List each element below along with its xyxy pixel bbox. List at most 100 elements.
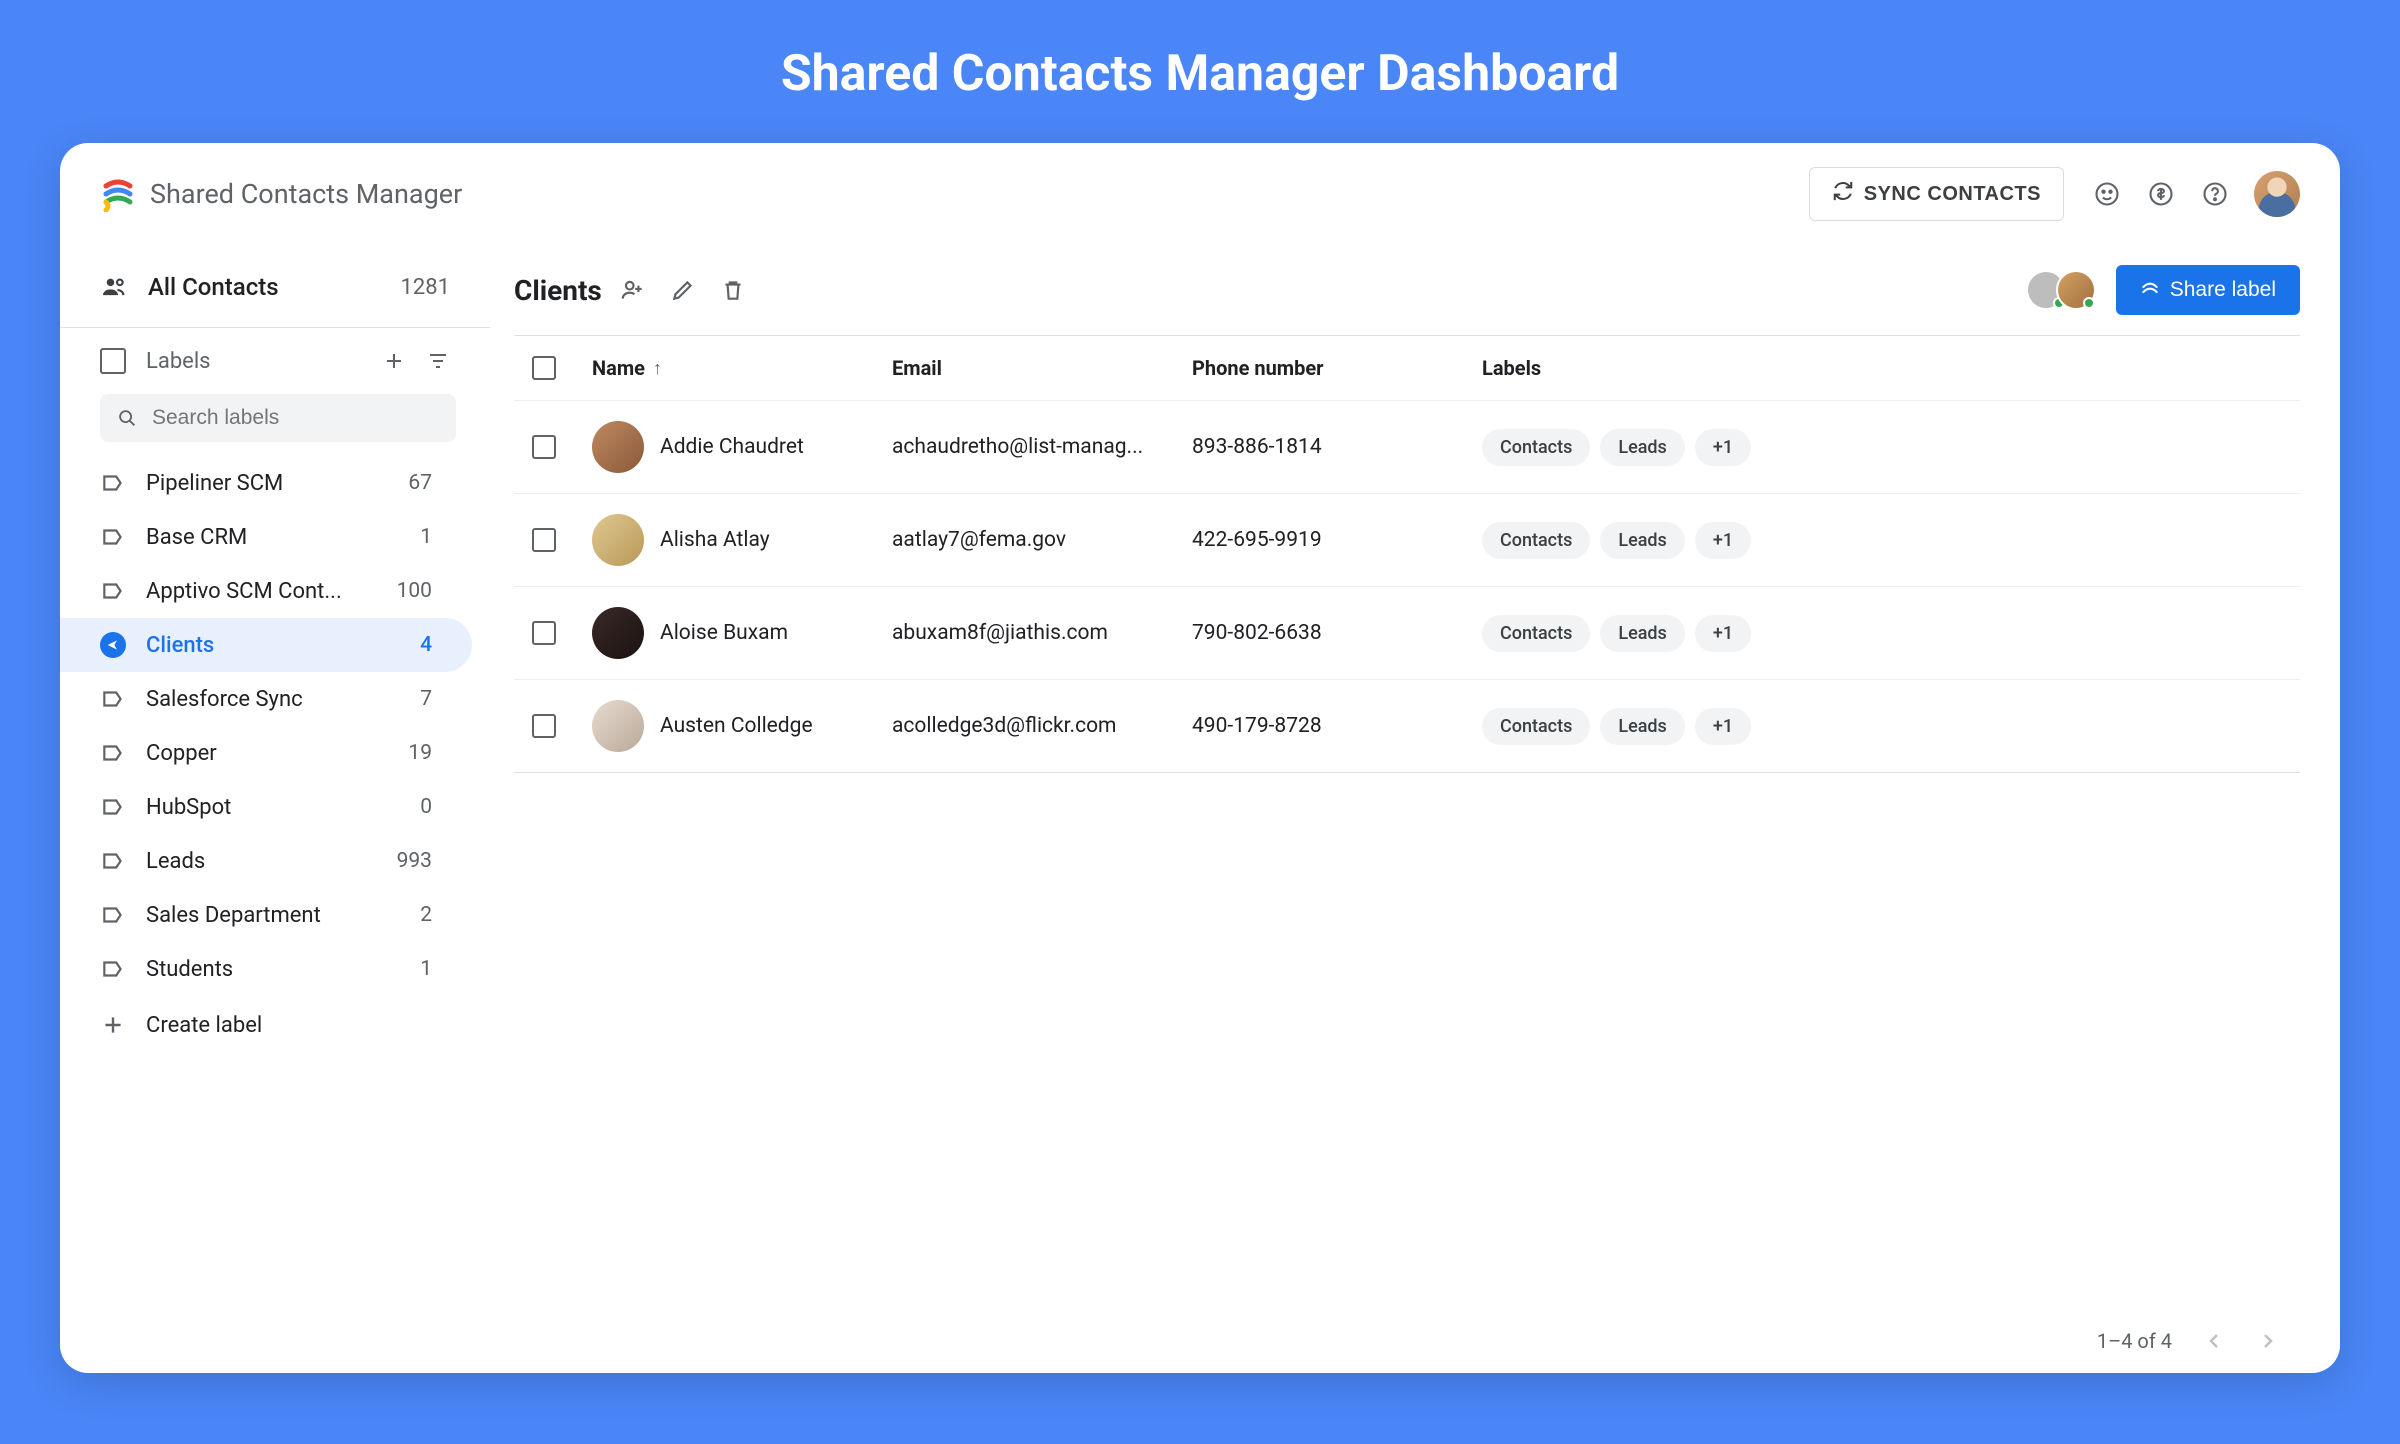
- sidebar-label-item[interactable]: Sales Department2: [60, 888, 472, 942]
- next-page-button[interactable]: [2256, 1329, 2280, 1353]
- plus-icon: [100, 1012, 126, 1038]
- user-avatar[interactable]: [2254, 171, 2300, 217]
- labels-heading: Labels: [146, 349, 362, 374]
- shared-users[interactable]: [2026, 270, 2096, 310]
- label-name: Apptivo SCM Cont...: [146, 579, 377, 604]
- label-name: HubSpot: [146, 795, 400, 820]
- select-all-checkbox[interactable]: [532, 356, 556, 380]
- contact-email: aatlay7@fema.gov: [892, 528, 1192, 552]
- sidebar-label-item[interactable]: Leads993: [60, 834, 472, 888]
- share-icon: [2140, 277, 2160, 303]
- column-name-header[interactable]: Name ↑: [592, 356, 892, 380]
- shared-avatar: [2056, 270, 2096, 310]
- contact-phone: 422-695-9919: [1192, 528, 1482, 552]
- edit-icon[interactable]: [670, 277, 696, 303]
- share-label-button[interactable]: Share label: [2116, 265, 2300, 315]
- search-labels-input[interactable]: [152, 406, 440, 430]
- contact-avatar: [592, 514, 644, 566]
- sidebar-label-item[interactable]: Base CRM1: [60, 510, 472, 564]
- contact-name: Aloise Buxam: [660, 621, 788, 645]
- sidebar-item-all-contacts[interactable]: All Contacts 1281: [60, 255, 490, 323]
- page-heading: Shared Contacts Manager Dashboard: [0, 0, 2400, 143]
- label-count: 0: [420, 795, 432, 819]
- sidebar-label-item[interactable]: Apptivo SCM Cont... 100: [60, 564, 472, 618]
- label-tag-icon: [100, 524, 126, 550]
- row-checkbox[interactable]: [532, 435, 556, 459]
- label-chip[interactable]: +1: [1695, 615, 1751, 652]
- main-header: Clients Share label: [514, 255, 2300, 335]
- column-email-header[interactable]: Email: [892, 356, 1192, 380]
- sidebar-label-item[interactable]: Pipeliner SCM67: [60, 456, 472, 510]
- label-tag-icon: [100, 686, 126, 712]
- share-label-icon: [100, 632, 126, 658]
- labels-select-all-checkbox[interactable]: [100, 348, 126, 374]
- label-chip[interactable]: Leads: [1600, 615, 1684, 652]
- filter-icon[interactable]: [426, 349, 450, 373]
- all-contacts-label: All Contacts: [148, 273, 401, 301]
- add-contact-icon[interactable]: [620, 277, 646, 303]
- sidebar-label-item[interactable]: Copper19: [60, 726, 472, 780]
- table-rows: Addie Chaudretachaudretho@list-manag...8…: [514, 400, 2300, 772]
- emoji-icon[interactable]: [2092, 179, 2122, 209]
- create-label-button[interactable]: Create label: [60, 996, 490, 1054]
- sidebar-label-item[interactable]: Salesforce Sync7: [60, 672, 472, 726]
- table-row[interactable]: Aloise Buxamabuxam8f@jiathis.com790-802-…: [514, 586, 2300, 679]
- table-row[interactable]: Austen Colledgeacolledge3d@flickr.com490…: [514, 679, 2300, 772]
- table-row[interactable]: Addie Chaudretachaudretho@list-manag...8…: [514, 400, 2300, 493]
- label-name: Base CRM: [146, 525, 400, 550]
- contact-email: acolledge3d@flickr.com: [892, 714, 1192, 738]
- label-chip[interactable]: Leads: [1600, 429, 1684, 466]
- search-labels-box[interactable]: [100, 394, 456, 442]
- contact-phone: 790-802-6638: [1192, 621, 1482, 645]
- sync-contacts-button[interactable]: SYNC CONTACTS: [1809, 167, 2064, 221]
- divider: [60, 327, 490, 328]
- label-count: 4: [420, 633, 432, 657]
- delete-icon[interactable]: [720, 277, 746, 303]
- row-checkbox[interactable]: [532, 621, 556, 645]
- header-icons: [2092, 171, 2300, 217]
- label-chip[interactable]: Leads: [1600, 522, 1684, 559]
- contact-phone: 490-179-8728: [1192, 714, 1482, 738]
- all-contacts-count: 1281: [401, 275, 450, 300]
- divider: [514, 772, 2300, 773]
- label-chip[interactable]: Contacts: [1482, 429, 1590, 466]
- prev-page-button[interactable]: [2202, 1329, 2226, 1353]
- label-chip[interactable]: Contacts: [1482, 615, 1590, 652]
- column-phone-header[interactable]: Phone number: [1192, 356, 1482, 380]
- pagination: 1–4 of 4: [514, 1301, 2300, 1373]
- sidebar-label-item[interactable]: Students1: [60, 942, 472, 996]
- contact-avatar: [592, 700, 644, 752]
- sidebar-label-item[interactable]: Clients 4: [60, 618, 472, 672]
- label-chip[interactable]: Contacts: [1482, 522, 1590, 559]
- label-count: 993: [397, 849, 432, 873]
- table-row[interactable]: Alisha Atlayaatlay7@fema.gov422-695-9919…: [514, 493, 2300, 586]
- label-name: Clients: [146, 633, 400, 658]
- dollar-icon[interactable]: [2146, 179, 2176, 209]
- label-tag-icon: [100, 956, 126, 982]
- app-logo-icon: [100, 176, 136, 212]
- label-chip[interactable]: +1: [1695, 429, 1751, 466]
- column-name-label: Name: [592, 356, 645, 380]
- label-chips: Contacts Leads +1: [1482, 708, 2300, 745]
- add-label-icon[interactable]: [382, 349, 406, 373]
- main-panel: Clients Share label: [490, 245, 2340, 1373]
- column-labels-header[interactable]: Labels: [1482, 356, 2300, 380]
- brand-name: Shared Contacts Manager: [150, 178, 462, 210]
- sort-asc-icon: ↑: [653, 358, 662, 379]
- label-chips: Contacts Leads +1: [1482, 522, 2300, 559]
- label-name: Sales Department: [146, 903, 400, 928]
- sidebar-label-item[interactable]: HubSpot 0: [60, 780, 472, 834]
- help-icon[interactable]: [2200, 179, 2230, 209]
- label-tag-icon: [100, 470, 126, 496]
- row-checkbox[interactable]: [532, 714, 556, 738]
- label-chip[interactable]: +1: [1695, 708, 1751, 745]
- contact-phone: 893-886-1814: [1192, 435, 1482, 459]
- contact-email: achaudretho@list-manag...: [892, 435, 1192, 459]
- label-chip[interactable]: Leads: [1600, 708, 1684, 745]
- label-chip[interactable]: Contacts: [1482, 708, 1590, 745]
- row-checkbox[interactable]: [532, 528, 556, 552]
- label-chip[interactable]: +1: [1695, 522, 1751, 559]
- pagination-text: 1–4 of 4: [2097, 1329, 2172, 1353]
- title-actions: [620, 277, 746, 303]
- label-count: 100: [397, 579, 432, 603]
